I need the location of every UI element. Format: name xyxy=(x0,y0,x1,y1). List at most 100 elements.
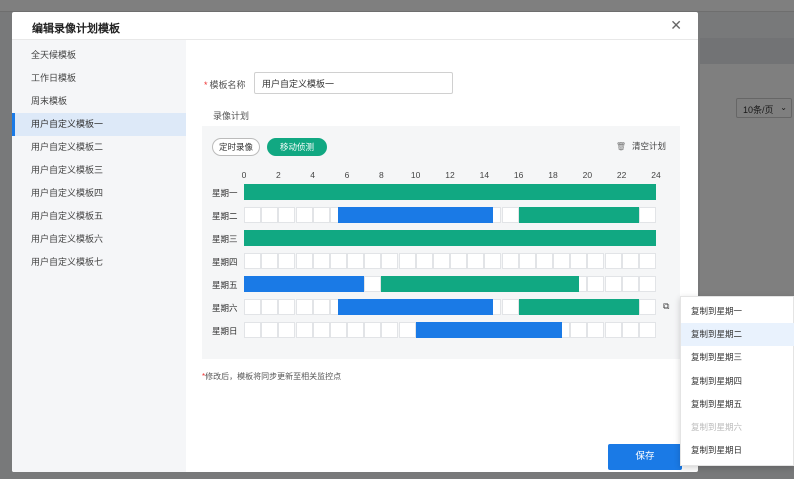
sync-note: *修改后，模板将同步更新至相关监控点 xyxy=(202,372,342,381)
hour-cell[interactable] xyxy=(261,207,279,223)
hour-cell[interactable] xyxy=(398,253,416,269)
day-schedule-track[interactable] xyxy=(244,184,656,200)
hour-cell[interactable] xyxy=(621,253,639,269)
sidebar-item-template[interactable]: 全天候模板 xyxy=(12,44,186,67)
hour-cell[interactable] xyxy=(244,207,262,223)
hour-cell[interactable] xyxy=(518,253,536,269)
hour-cell[interactable] xyxy=(501,207,519,223)
hour-cell[interactable] xyxy=(364,253,382,269)
day-label: 星期日 xyxy=(212,326,238,336)
hour-cell[interactable] xyxy=(535,253,553,269)
hour-cell[interactable] xyxy=(278,322,296,338)
hour-cell[interactable] xyxy=(621,322,639,338)
hour-cell[interactable] xyxy=(604,322,622,338)
motion-detection-button[interactable]: 移动侦测 xyxy=(267,138,327,156)
timed-recording-segment[interactable] xyxy=(338,299,493,315)
motion-detection-segment[interactable] xyxy=(244,184,656,200)
day-schedule-track[interactable] xyxy=(244,299,656,315)
sidebar-item-template[interactable]: 用户自定义模板五 xyxy=(12,205,186,228)
hour-cell[interactable] xyxy=(347,322,365,338)
hour-cell[interactable] xyxy=(329,253,347,269)
hour-cell[interactable] xyxy=(450,253,468,269)
motion-detection-segment[interactable] xyxy=(381,276,579,292)
sidebar-item-template[interactable]: 用户自定义模板七 xyxy=(12,251,186,274)
template-editor: *模板名称 录像计划 定时录像 移动侦测 🗑清空计划 0246810121416… xyxy=(186,40,698,472)
copy-menu-item[interactable]: 复制到星期二 xyxy=(681,323,794,347)
hour-cell[interactable] xyxy=(244,253,262,269)
hour-cell[interactable] xyxy=(638,207,656,223)
timed-recording-button[interactable]: 定时录像 xyxy=(212,138,260,156)
close-icon[interactable]: ✕ xyxy=(670,17,682,34)
hour-cell[interactable] xyxy=(604,253,622,269)
hour-cell[interactable] xyxy=(432,253,450,269)
hour-cell[interactable] xyxy=(295,207,313,223)
copy-menu-item[interactable]: 复制到星期日 xyxy=(681,439,794,462)
clear-plan-button[interactable]: 🗑 清空计划 xyxy=(616,140,666,152)
hour-cell[interactable] xyxy=(278,207,296,223)
hour-cell[interactable] xyxy=(621,276,639,292)
hour-cell[interactable] xyxy=(638,299,656,315)
hour-cell[interactable] xyxy=(570,253,588,269)
timed-recording-segment[interactable] xyxy=(338,207,493,223)
hour-cell[interactable] xyxy=(604,276,622,292)
hour-cell[interactable] xyxy=(553,253,571,269)
hour-cell[interactable] xyxy=(398,322,416,338)
hour-cell[interactable] xyxy=(261,253,279,269)
hour-cell[interactable] xyxy=(295,322,313,338)
sidebar-item-template[interactable]: 用户自定义模板二 xyxy=(12,136,186,159)
hour-cell[interactable] xyxy=(312,322,330,338)
sidebar-item-template[interactable]: 用户自定义模板六 xyxy=(12,228,186,251)
hour-cell[interactable] xyxy=(278,253,296,269)
hour-cell[interactable] xyxy=(295,253,313,269)
hour-cell[interactable] xyxy=(244,299,262,315)
hour-cell[interactable] xyxy=(587,253,605,269)
copy-menu-item[interactable]: 复制到星期三 xyxy=(681,346,794,369)
template-name-input[interactable] xyxy=(254,72,453,94)
sidebar-item-template[interactable]: 周末模板 xyxy=(12,90,186,113)
sidebar-item-template[interactable]: 用户自定义模板一 xyxy=(12,113,186,136)
sidebar-item-template[interactable]: 工作日模板 xyxy=(12,67,186,90)
sidebar-item-template[interactable]: 用户自定义模板三 xyxy=(12,159,186,182)
hour-cell[interactable] xyxy=(295,299,313,315)
hour-cell[interactable] xyxy=(638,322,656,338)
hour-cell[interactable] xyxy=(244,322,262,338)
hour-cell[interactable] xyxy=(278,299,296,315)
hour-cell[interactable] xyxy=(312,207,330,223)
hour-cell[interactable] xyxy=(484,253,502,269)
sidebar-item-template[interactable]: 用户自定义模板四 xyxy=(12,182,186,205)
day-schedule-track[interactable] xyxy=(244,207,656,223)
hour-cell[interactable] xyxy=(364,322,382,338)
save-button[interactable]: 保存 xyxy=(608,444,682,470)
hour-cell[interactable] xyxy=(467,253,485,269)
hour-cell[interactable] xyxy=(261,322,279,338)
hour-cell[interactable] xyxy=(381,253,399,269)
hour-cell[interactable] xyxy=(415,253,433,269)
timed-recording-segment[interactable] xyxy=(244,276,365,292)
hour-cell[interactable] xyxy=(312,253,330,269)
copy-menu-item[interactable]: 复制到星期五 xyxy=(681,393,794,416)
timed-recording-segment[interactable] xyxy=(415,322,562,338)
day-schedule-track[interactable] xyxy=(244,322,656,338)
day-schedule-track[interactable] xyxy=(244,276,656,292)
hour-cell[interactable] xyxy=(501,253,519,269)
hour-cell[interactable] xyxy=(587,322,605,338)
motion-detection-segment[interactable] xyxy=(518,299,639,315)
copy-menu-item[interactable]: 复制到星期四 xyxy=(681,370,794,393)
hour-cell[interactable] xyxy=(261,299,279,315)
hour-cell[interactable] xyxy=(364,276,382,292)
hour-cell[interactable] xyxy=(329,322,347,338)
hour-cell[interactable] xyxy=(501,299,519,315)
day-schedule-track[interactable] xyxy=(244,253,656,269)
day-schedule-track[interactable] xyxy=(244,230,656,246)
copy-menu-item[interactable]: 复制到星期一 xyxy=(681,300,794,323)
motion-detection-segment[interactable] xyxy=(244,230,656,246)
motion-detection-segment[interactable] xyxy=(518,207,639,223)
copy-icon[interactable]: ⧉ xyxy=(663,301,669,312)
hour-cell[interactable] xyxy=(381,322,399,338)
hour-cell[interactable] xyxy=(587,276,605,292)
hour-cell[interactable] xyxy=(570,322,588,338)
hour-cell[interactable] xyxy=(638,253,656,269)
hour-cell[interactable] xyxy=(638,276,656,292)
hour-cell[interactable] xyxy=(347,253,365,269)
hour-cell[interactable] xyxy=(312,299,330,315)
